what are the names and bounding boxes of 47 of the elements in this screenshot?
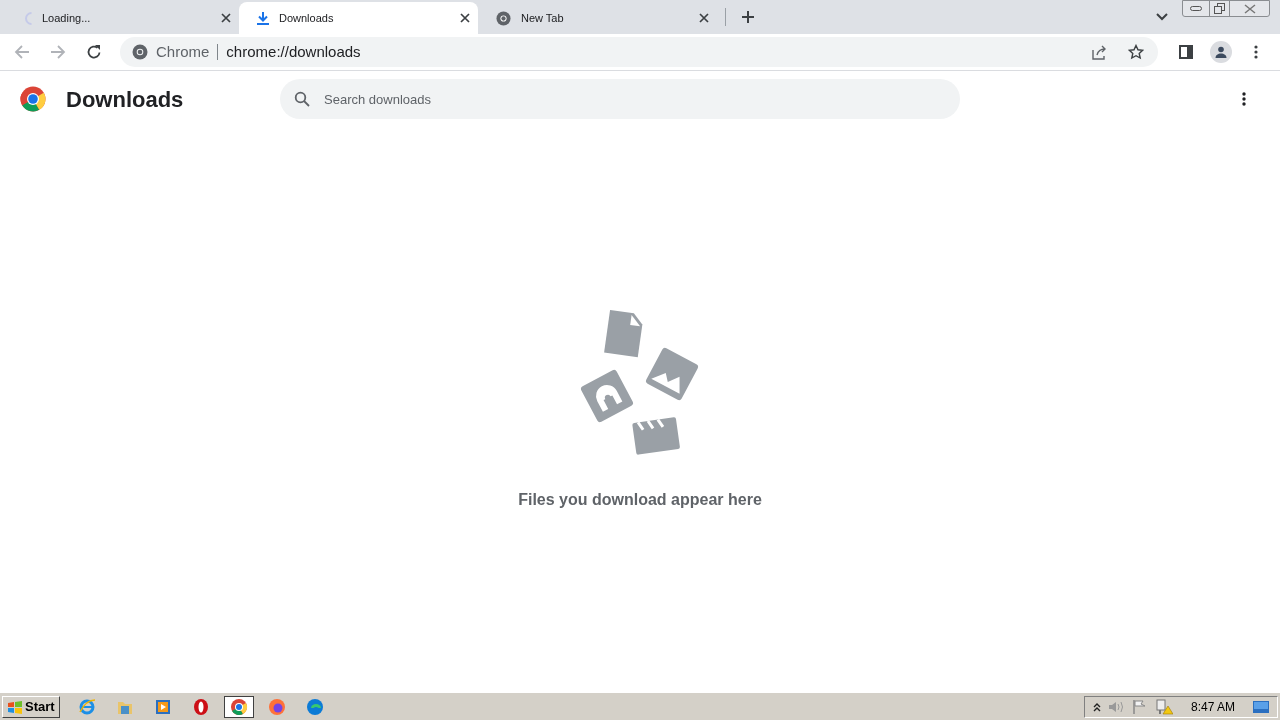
forward-arrow-icon [50, 44, 66, 60]
download-icon [257, 11, 269, 25]
show-desktop-icon[interactable] [1253, 700, 1269, 713]
tab-title: Loading... [42, 10, 92, 26]
minimize-icon [1190, 6, 1202, 11]
back-arrow-icon [14, 44, 30, 60]
close-icon [1243, 3, 1256, 14]
opera-icon [191, 697, 210, 716]
chrome-icon [496, 10, 511, 26]
windows-logo-icon [7, 699, 23, 714]
chrome-icon [132, 44, 148, 60]
network-warning-icon[interactable] [1154, 698, 1173, 715]
star-icon [1128, 44, 1144, 60]
close-icon[interactable] [460, 13, 470, 23]
chrome-logo-icon [20, 86, 46, 112]
person-icon [1215, 46, 1227, 58]
share-icon [1092, 44, 1108, 60]
url-text: chrome://downloads [226, 41, 361, 62]
search-icon [294, 91, 310, 107]
start-button[interactable]: Start [2, 695, 60, 718]
address-bar[interactable]: Chrome chrome://downloads [120, 37, 1158, 67]
browser-icon [77, 697, 96, 716]
tab-title: New Tab [521, 10, 565, 26]
search-field[interactable]: Search downloads [280, 79, 960, 119]
page-title: Downloads [66, 85, 185, 114]
firefox-icon [267, 697, 286, 716]
chevron-down-icon [1156, 13, 1168, 21]
edge-icon [305, 697, 324, 716]
side-panel-icon [1179, 45, 1193, 59]
origin-label: Chrome [156, 41, 210, 62]
profile-button[interactable] [1210, 41, 1232, 63]
restore-icon [1214, 3, 1225, 14]
taskbar-app-button[interactable] [223, 695, 254, 718]
close-icon[interactable] [221, 13, 231, 23]
menu-icon [1254, 45, 1258, 59]
media-player-icon [153, 697, 172, 716]
close-icon[interactable] [699, 13, 709, 23]
plus-icon [741, 10, 755, 24]
chevron-up-icon[interactable] [1092, 701, 1101, 712]
clock-text: 8:47 AM [1190, 698, 1235, 716]
more-options-icon [1242, 92, 1246, 106]
chrome-icon [229, 697, 248, 716]
browser-tab[interactable]: Downloads [239, 2, 478, 34]
tab-title: Downloads [279, 10, 335, 26]
reload-icon [86, 44, 102, 60]
empty-state-message: Files you download appear here [518, 490, 762, 510]
loading-spinner-icon [25, 11, 32, 25]
